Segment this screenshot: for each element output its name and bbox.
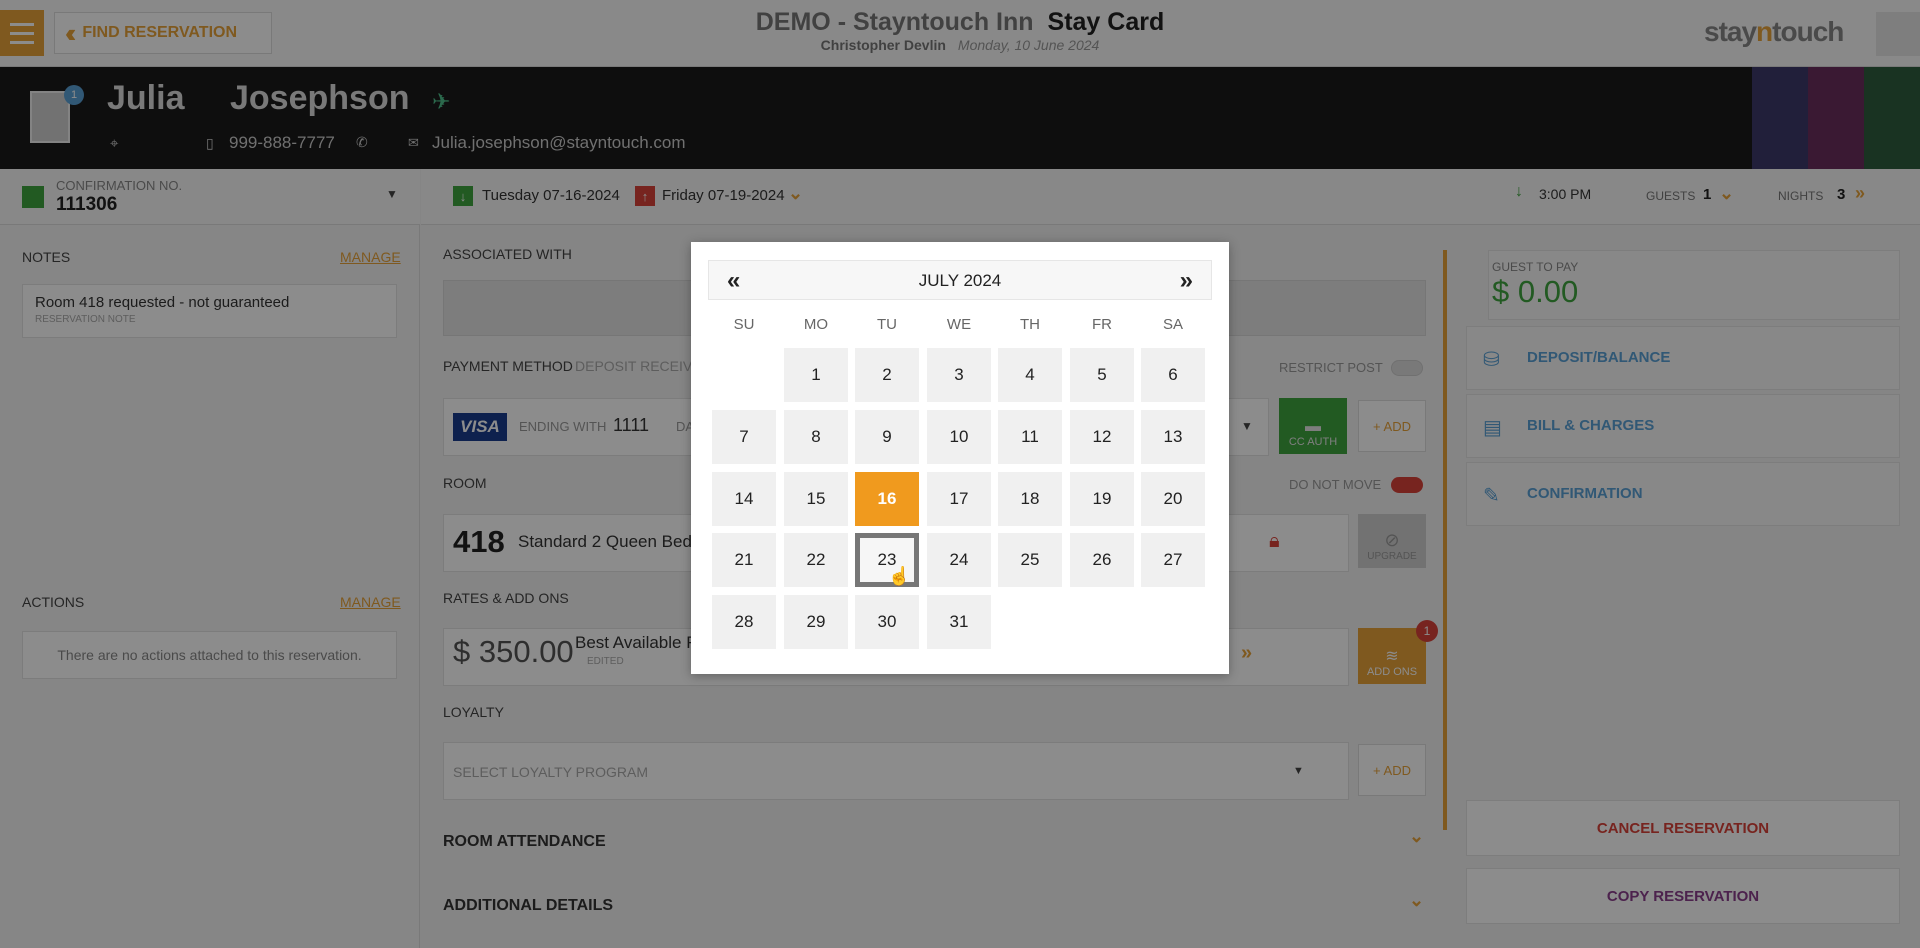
calendar-day[interactable]: 2: [855, 348, 919, 402]
calendar-day[interactable]: 24: [927, 533, 991, 587]
calendar-day[interactable]: 18: [998, 472, 1062, 526]
calendar-day[interactable]: 21: [712, 533, 776, 587]
calendar-day[interactable]: 31: [927, 595, 991, 649]
calendar-month: JULY 2024: [918, 271, 1002, 290]
calendar-day[interactable]: 14: [712, 472, 776, 526]
calendar-day[interactable]: 4: [998, 348, 1062, 402]
calendar-day[interactable]: 15: [784, 472, 848, 526]
calendar-day[interactable]: 22: [784, 533, 848, 587]
calendar-header: « JULY 2024 »: [708, 260, 1212, 300]
weekday-label: SA: [1162, 316, 1183, 333]
calendar-day[interactable]: 8: [784, 410, 848, 464]
calendar-day[interactable]: 28: [712, 595, 776, 649]
calendar-day[interactable]: 25: [998, 533, 1062, 587]
calendar-day[interactable]: 3: [927, 348, 991, 402]
calendar-day[interactable]: 27: [1141, 533, 1205, 587]
calendar-day[interactable]: 20: [1141, 472, 1205, 526]
weekday-label: SU: [733, 316, 755, 333]
calendar-day[interactable]: 26: [1070, 533, 1134, 587]
calendar-day[interactable]: 6: [1141, 348, 1205, 402]
calendar-day[interactable]: 11: [998, 410, 1062, 464]
calendar-day[interactable]: 16: [855, 472, 919, 526]
calendar-day[interactable]: 19: [1070, 472, 1134, 526]
calendar-day[interactable]: 12: [1070, 410, 1134, 464]
calendar-day[interactable]: 17: [927, 472, 991, 526]
calendar-day[interactable]: 9: [855, 410, 919, 464]
weekday-label: TH: [1020, 316, 1040, 333]
calendar-day[interactable]: 10: [927, 410, 991, 464]
calendar-day[interactable]: 7: [712, 410, 776, 464]
weekday-label: FR: [1092, 316, 1112, 333]
calendar-day[interactable]: 30: [855, 595, 919, 649]
next-month-button[interactable]: »: [1180, 267, 1193, 295]
calendar-day[interactable]: 1: [784, 348, 848, 402]
weekday-label: WE: [946, 316, 972, 333]
calendar-day[interactable]: 29: [784, 595, 848, 649]
hand-cursor-icon: ☝: [888, 566, 911, 586]
weekday-label: TU: [877, 316, 897, 333]
calendar-day[interactable]: 5: [1070, 348, 1134, 402]
calendar-day[interactable]: 13: [1141, 410, 1205, 464]
weekday-label: MO: [803, 316, 829, 333]
